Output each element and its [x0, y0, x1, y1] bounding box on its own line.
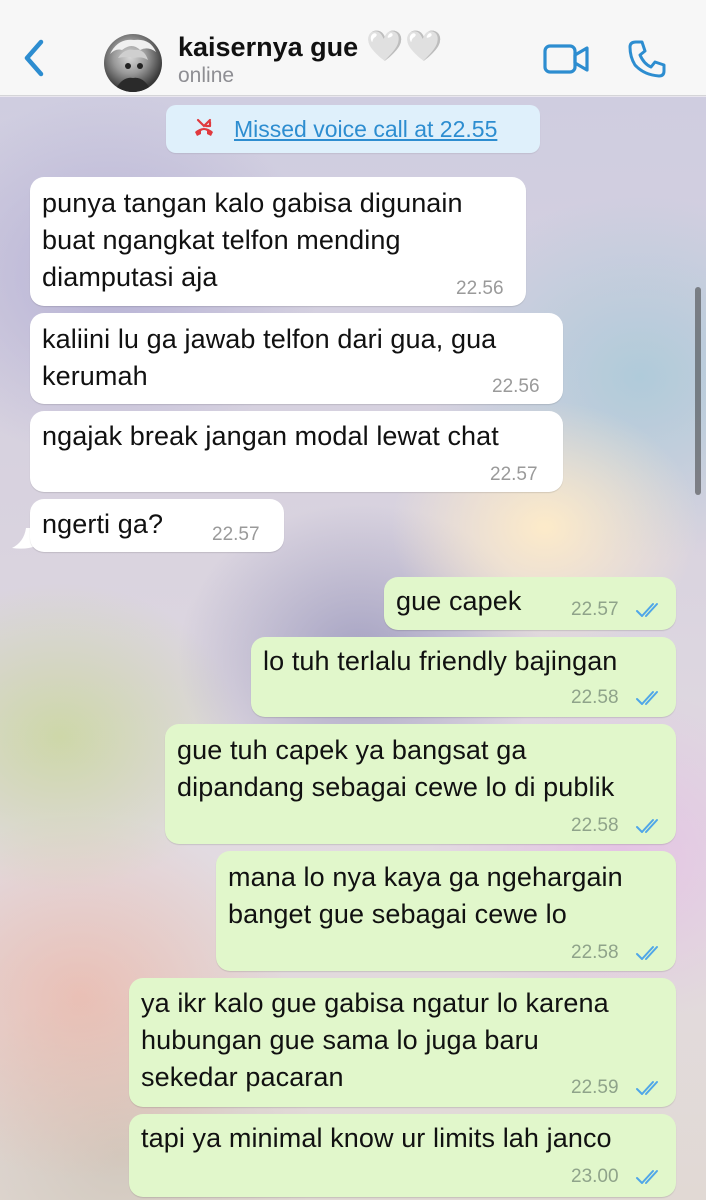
read-receipt-icon — [636, 1081, 658, 1095]
message-time: 22.56 — [492, 376, 540, 397]
chevron-left-icon — [24, 39, 44, 77]
contact-name-emoji: 🤍🤍 — [365, 29, 445, 64]
message-bubble-outgoing[interactable]: ya ikr kalo gue gabisa ngatur lo karena … — [129, 978, 676, 1107]
message-bubble-outgoing[interactable]: lo tuh terlalu friendly bajingan 22.58 — [251, 637, 676, 717]
message-time: 22.59 — [571, 1077, 619, 1098]
message-text: kaliini lu ga jawab telfon dari gua, gua… — [42, 324, 497, 391]
missed-call-notice[interactable]: Missed voice call at 22.55 — [166, 105, 540, 153]
message-time: 22.57 — [571, 599, 619, 620]
message-time: 22.56 — [456, 278, 504, 299]
missed-call-icon — [195, 118, 213, 136]
message-bubble-outgoing[interactable]: gue tuh capek ya bangsat ga dipandang se… — [165, 724, 676, 844]
read-receipt-icon — [636, 819, 658, 833]
message-time: 22.57 — [212, 524, 260, 545]
contact-avatar[interactable] — [104, 34, 162, 92]
missed-call-text[interactable]: Missed voice call at 22.55 — [234, 116, 497, 143]
message-text: ngerti ga? — [42, 509, 164, 539]
contact-name[interactable]: kaisernya gue — [178, 32, 358, 63]
message-bubble-outgoing[interactable]: tapi ya minimal know ur limits lah janco… — [129, 1114, 676, 1197]
message-text: ngajak break jangan modal lewat chat — [42, 421, 499, 451]
read-receipt-icon — [636, 603, 658, 617]
read-receipt-icon — [636, 1170, 658, 1184]
message-bubble-incoming[interactable]: ngerti ga? 22.57 — [30, 499, 284, 552]
message-time: 23.00 — [571, 1166, 619, 1187]
message-text: punya tangan kalo gabisa digunain buat n… — [42, 188, 463, 292]
message-bubble-incoming[interactable]: ngajak break jangan modal lewat chat 22.… — [30, 411, 563, 492]
message-text: gue capek — [396, 586, 522, 616]
phone-icon — [628, 40, 666, 78]
video-call-button[interactable] — [542, 40, 590, 78]
message-text: tapi ya minimal know ur limits lah janco — [141, 1123, 612, 1153]
chat-header: kaisernya gue 🤍🤍 online — [0, 0, 706, 96]
message-bubble-outgoing[interactable]: gue capek 22.57 — [384, 577, 676, 630]
message-time: 22.58 — [571, 942, 619, 963]
video-camera-icon — [543, 44, 589, 74]
voice-call-button[interactable] — [626, 38, 668, 80]
read-receipt-icon — [636, 946, 658, 960]
message-time: 22.58 — [571, 815, 619, 836]
contact-status: online — [178, 64, 235, 87]
avatar-image — [110, 39, 156, 92]
message-bubble-incoming[interactable]: kaliini lu ga jawab telfon dari gua, gua… — [30, 313, 563, 404]
message-time: 22.58 — [571, 687, 619, 708]
back-button[interactable] — [14, 36, 54, 80]
message-bubble-incoming[interactable]: punya tangan kalo gabisa digunain buat n… — [30, 177, 526, 306]
message-time: 22.57 — [490, 464, 538, 485]
message-text: mana lo nya kaya ga ngehargain banget gu… — [228, 862, 623, 929]
read-receipt-icon — [636, 691, 658, 705]
message-text: ya ikr kalo gue gabisa ngatur lo karena … — [141, 988, 609, 1092]
message-text: gue tuh capek ya bangsat ga dipandang se… — [177, 735, 615, 802]
message-text: lo tuh terlalu friendly bajingan — [263, 646, 618, 676]
scrollbar[interactable] — [695, 287, 701, 495]
message-bubble-outgoing[interactable]: mana lo nya kaya ga ngehargain banget gu… — [216, 851, 676, 971]
